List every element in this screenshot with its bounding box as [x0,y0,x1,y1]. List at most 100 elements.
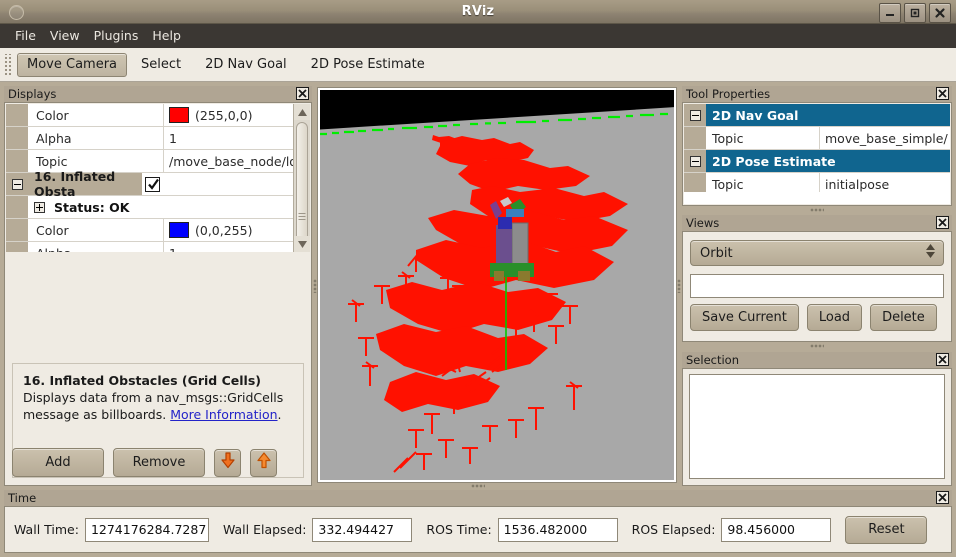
time-close-icon[interactable] [936,491,949,504]
tool-group-2d-nav-goal[interactable]: 2D Nav Goal [684,104,950,127]
scrollbar-thumb[interactable] [296,122,308,252]
tool-properties-body: 2D Nav Goal Topic move_base_simple/ 2D P… [682,103,952,206]
ros-time-field[interactable]: 1536.482000 [497,517,618,542]
ros-elapsed-field[interactable]: 98.456000 [721,517,832,542]
tool-properties-close-icon[interactable] [936,87,949,100]
close-icon[interactable] [929,3,951,23]
chevron-down-icon [926,252,935,258]
views-close-icon[interactable] [936,216,949,229]
table-row[interactable]: Alpha 1 [6,127,293,150]
row-indent [684,127,706,149]
collapse-toggle[interactable] [6,173,28,195]
rviz-main-window: RViz File View Plugins Help Move Camera … [0,0,956,557]
property-value[interactable]: (255,0,0) [164,104,293,126]
splitter-views-selection[interactable] [682,343,952,349]
move-down-button[interactable] [214,448,241,477]
menu-view[interactable]: View [43,27,87,46]
description-text-end: . [277,407,282,422]
display-group-inflated-obstacles[interactable]: 16. Inflated Obsta [6,169,293,199]
wall-elapsed-field[interactable]: 332.494427 [312,517,413,542]
reset-button[interactable]: Reset [845,515,928,544]
tool-group-2d-pose-estimate[interactable]: 2D Pose Estimate [684,150,950,173]
displays-panel-body: Color (255,0,0) Alpha 1 Topic /move_base… [4,103,312,486]
selection-panel: Selection [682,352,952,486]
property-value[interactable]: move_base_simple/ [820,127,950,149]
menu-file[interactable]: File [8,27,43,46]
tool-select[interactable]: Select [131,53,191,77]
maximize-icon[interactable] [904,3,926,23]
expand-toggle[interactable] [28,196,50,218]
row-indent [6,219,28,241]
menu-help[interactable]: Help [145,27,188,46]
displays-tree[interactable]: Color (255,0,0) Alpha 1 Topic /move_base… [6,104,310,252]
displays-close-icon[interactable] [296,87,309,100]
color-value-label: (0,0,255) [195,222,253,238]
color-swatch[interactable] [169,222,189,238]
add-display-button[interactable]: Add [12,448,104,477]
window-controls [879,3,951,23]
splitter-toolprops-views[interactable] [682,207,952,213]
property-value[interactable]: /move_base_node/lo [164,150,293,172]
property-value[interactable]: (0,0,255) [164,219,293,241]
time-fields-row: Wall Time: 1274176284.7287 Wall Elapsed:… [5,507,951,552]
views-panel: Views Orbit Save Current Load Delete [682,215,952,342]
selection-panel-title: Selection [682,352,952,369]
table-row[interactable]: Color (255,0,0) [6,104,293,127]
views-button-row: Save Current Load Delete [690,304,937,331]
property-name: Alpha [28,127,164,149]
tool-2d-pose-estimate[interactable]: 2D Pose Estimate [301,53,435,77]
selection-close-icon[interactable] [936,353,949,366]
load-view-button[interactable]: Load [806,304,863,331]
tool-properties-tree[interactable]: 2D Nav Goal Topic move_base_simple/ 2D P… [684,104,950,196]
3d-render-view[interactable] [317,87,677,483]
view-name-input[interactable] [690,274,944,298]
save-current-view-button[interactable]: Save Current [690,304,799,331]
color-swatch[interactable] [169,107,189,123]
table-row[interactable]: Topic move_base_simple/ [684,127,950,150]
spinner-arrows[interactable] [926,244,935,258]
tool-2d-nav-goal[interactable]: 2D Nav Goal [195,53,297,77]
table-row[interactable]: Color (0,0,255) [6,219,293,242]
minus-icon [689,155,701,167]
splitter-main-time[interactable] [4,483,952,489]
displays-panel-title: Displays [4,86,312,103]
menubar: File View Plugins Help [0,24,956,48]
displays-button-row: Add Remove [12,448,304,477]
tool-properties-title: Tool Properties [682,86,952,103]
collapse-toggle[interactable] [684,104,706,126]
wall-time-label: Wall Time: [14,522,79,537]
delete-view-button[interactable]: Delete [870,304,937,331]
table-row[interactable]: Alpha 1 [6,242,293,252]
row-indent [6,127,28,149]
menu-plugins[interactable]: Plugins [87,27,146,46]
view-mode-combobox[interactable]: Orbit [690,240,944,266]
time-title-label: Time [8,491,37,505]
displays-scrollbar[interactable] [293,104,310,252]
scroll-up-icon[interactable] [294,104,310,120]
property-name: Alpha [28,242,164,252]
toolbar-drag-handle[interactable] [3,53,12,76]
collapse-toggle[interactable] [684,150,706,172]
display-enabled-cell[interactable] [142,173,293,195]
table-row[interactable]: Status: OK [6,196,293,219]
displays-panel: Displays Color (255,0,0) Alpha 1 Topic /… [4,86,312,486]
display-enabled-checkbox[interactable] [145,176,160,192]
property-value[interactable]: 1 [164,127,293,149]
view-mode-value: Orbit [700,245,733,261]
minimize-icon[interactable] [879,3,901,23]
property-value[interactable]: 1 [164,242,293,253]
wall-time-field[interactable]: 1274176284.7287 [84,517,209,542]
remove-display-button[interactable]: Remove [113,448,205,477]
displays-title-label: Displays [8,87,57,101]
time-panel: Time Wall Time: 1274176284.7287 Wall Ela… [4,490,952,553]
selection-list[interactable] [689,374,945,479]
more-information-link[interactable]: More Information [170,407,277,422]
move-up-button[interactable] [250,448,277,477]
inflated-obstacle-cells [348,135,628,473]
selection-panel-body [682,369,952,486]
tool-move-camera[interactable]: Move Camera [17,52,128,77]
chevron-up-icon [926,244,935,250]
scroll-down-icon[interactable] [294,236,310,252]
color-value-label: (255,0,0) [195,107,253,123]
views-panel-body: Orbit Save Current Load Delete [682,232,952,342]
